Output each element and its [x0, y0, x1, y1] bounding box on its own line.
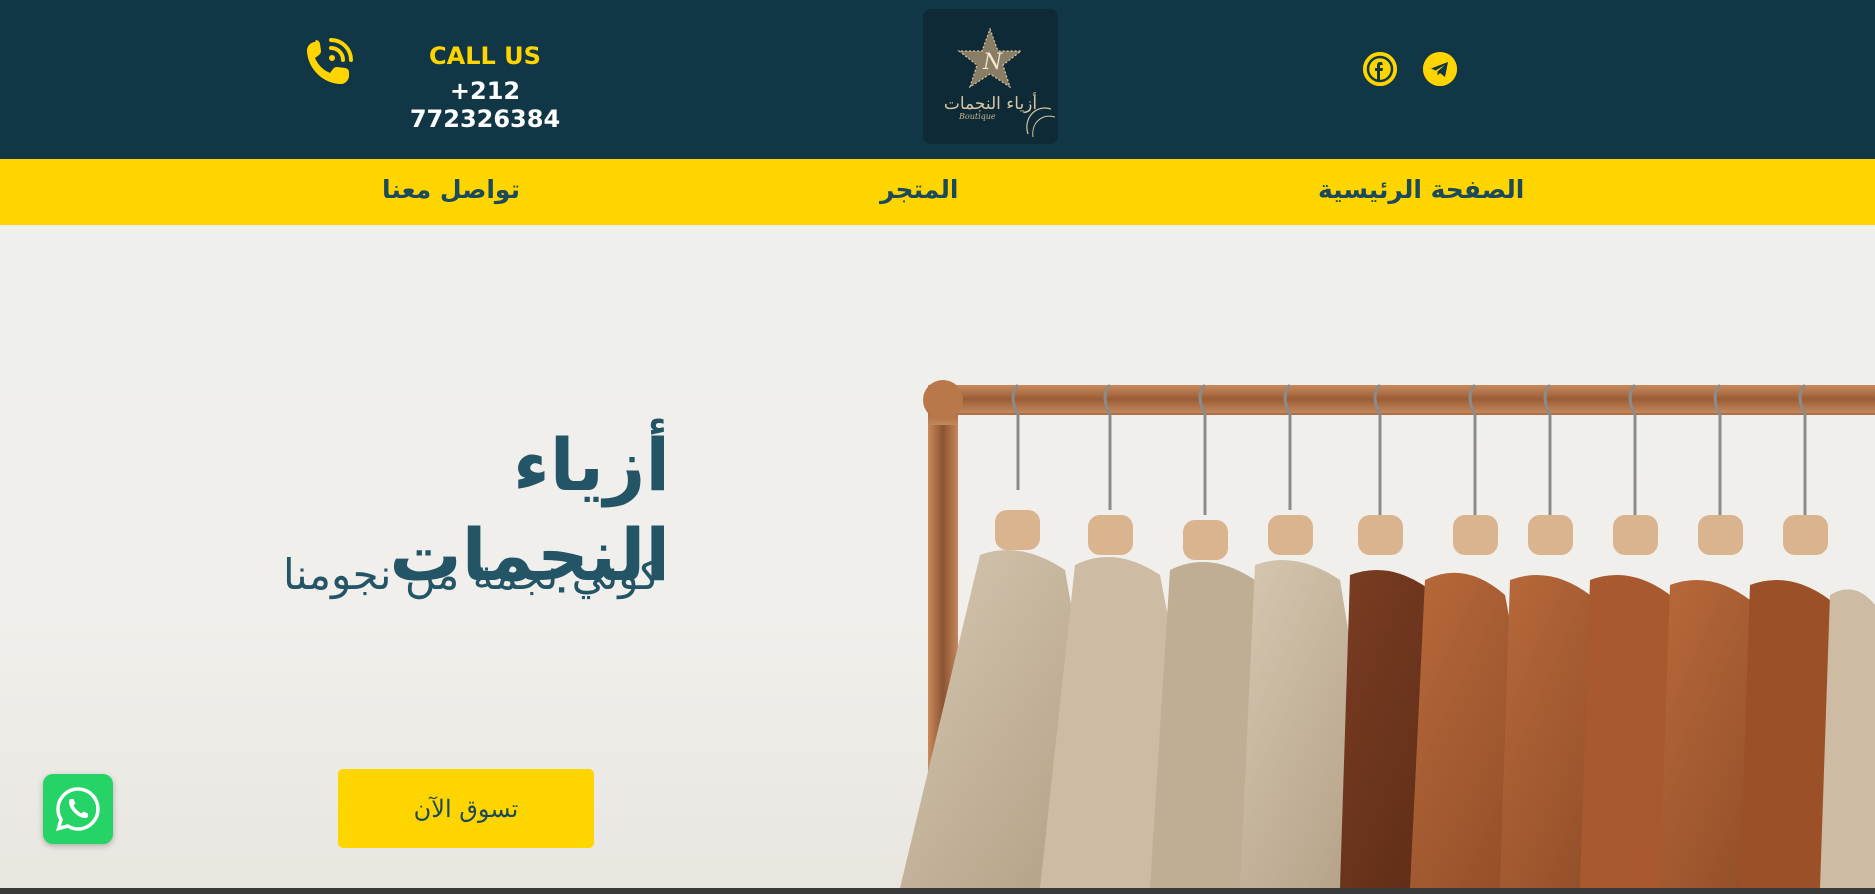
- phone-ringing-icon[interactable]: [301, 34, 357, 90]
- logo-text: أزياء النجمات: [943, 94, 1038, 114]
- hero-subtitle: كوني نجمة من نجومنا: [283, 550, 660, 599]
- facebook-icon[interactable]: [1363, 52, 1397, 86]
- hero-section: أزياء النجمات كوني نجمة من نجومنا تسوق ا…: [0, 225, 1875, 888]
- nav-item-home[interactable]: الصفحة الرئيسية: [1318, 175, 1524, 204]
- shop-now-button[interactable]: تسوق الآن: [338, 769, 594, 848]
- nav-item-contact[interactable]: تواصل معنا: [382, 175, 520, 204]
- bottom-edge: [0, 888, 1875, 894]
- brand-logo[interactable]: N Boutique أزياء النجمات: [923, 9, 1058, 144]
- call-us-label: CALL US: [429, 42, 541, 70]
- top-header: CALL US +212 772326384 N Boutique أزياء …: [0, 0, 1875, 159]
- main-navigation: الصفحة الرئيسية المتجر تواصل معنا: [0, 159, 1875, 225]
- telegram-icon[interactable]: [1423, 52, 1457, 86]
- nav-item-store[interactable]: المتجر: [880, 175, 959, 204]
- phone-number[interactable]: +212 772326384: [385, 77, 585, 133]
- svg-text:N: N: [982, 50, 1003, 75]
- whatsapp-icon[interactable]: [43, 774, 113, 844]
